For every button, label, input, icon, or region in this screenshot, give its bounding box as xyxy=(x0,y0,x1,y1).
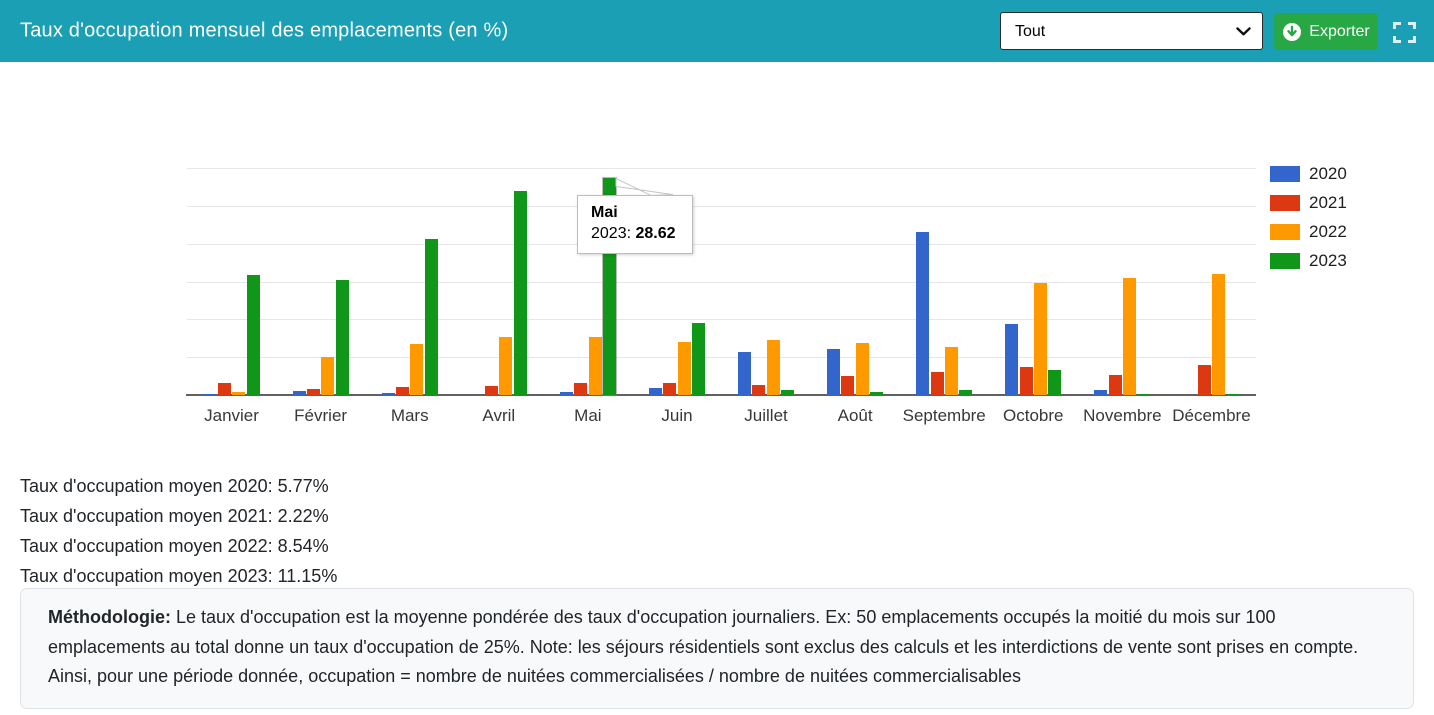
x-axis-label: Juin xyxy=(627,406,727,426)
bar[interactable] xyxy=(1048,370,1061,395)
bar[interactable] xyxy=(293,391,306,395)
stat-line-2023: Taux d'occupation moyen 2023: 11.15% xyxy=(20,561,337,591)
bar[interactable] xyxy=(321,357,334,395)
bar[interactable] xyxy=(663,383,676,395)
bar[interactable] xyxy=(678,342,691,395)
x-axis-label: Novembre xyxy=(1072,406,1172,426)
bar[interactable] xyxy=(1034,283,1047,395)
bar[interactable] xyxy=(692,323,705,395)
methodology-label: Méthodologie: xyxy=(48,607,171,627)
bar[interactable] xyxy=(1198,365,1211,395)
bar[interactable] xyxy=(560,392,573,395)
stat-line-2020: Taux d'occupation moyen 2020: 5.77% xyxy=(20,471,337,501)
tooltip-value-line: 2023: 28.62 xyxy=(591,225,692,243)
stats-block: Taux d'occupation moyen 2020: 5.77% Taux… xyxy=(20,471,337,591)
bar[interactable] xyxy=(738,352,751,395)
bar[interactable] xyxy=(514,191,527,395)
methodology-box: Méthodologie: Le taux d'occupation est l… xyxy=(20,588,1414,709)
x-axis-label: Mai xyxy=(538,406,638,426)
tooltip-category: Mai xyxy=(591,204,692,222)
bar[interactable] xyxy=(247,275,260,395)
x-axis-label: Septembre xyxy=(894,406,994,426)
bar[interactable] xyxy=(1109,375,1122,395)
bar[interactable] xyxy=(1123,278,1136,395)
bar[interactable] xyxy=(752,385,765,395)
bar[interactable] xyxy=(931,372,944,395)
legend-swatch xyxy=(1270,166,1300,182)
x-axis-label: Octobre xyxy=(983,406,1083,426)
x-axis-label: Août xyxy=(805,406,905,426)
bar[interactable] xyxy=(916,232,929,395)
bar[interactable] xyxy=(856,343,869,395)
x-axis-label: Juillet xyxy=(716,406,816,426)
bar[interactable] xyxy=(841,376,854,395)
tooltip-series: 2023: xyxy=(591,225,631,242)
legend-swatch xyxy=(1270,253,1300,269)
bar[interactable] xyxy=(1137,394,1150,395)
bar[interactable] xyxy=(767,340,780,395)
bar[interactable] xyxy=(410,344,423,395)
bar[interactable] xyxy=(499,337,512,395)
bar[interactable] xyxy=(396,387,409,395)
bar[interactable] xyxy=(307,389,320,395)
bar[interactable] xyxy=(781,390,794,395)
gridline xyxy=(187,244,1256,245)
tooltip-value: 28.62 xyxy=(636,225,676,242)
bar[interactable] xyxy=(218,383,231,395)
legend-label: 2020 xyxy=(1309,164,1347,184)
bar[interactable] xyxy=(232,392,245,395)
gridline xyxy=(187,206,1256,207)
bar[interactable] xyxy=(870,392,883,395)
legend-swatch xyxy=(1270,195,1300,211)
bar[interactable] xyxy=(589,337,602,395)
legend-item-2022: 2022 xyxy=(1270,223,1347,240)
bar[interactable] xyxy=(1005,324,1018,395)
legend-swatch xyxy=(1270,224,1300,240)
bar[interactable] xyxy=(203,394,216,395)
bar[interactable] xyxy=(1094,390,1107,395)
gridline xyxy=(187,168,1256,169)
bar[interactable] xyxy=(649,388,662,395)
occupancy-dashboard: Taux d'occupation mensuel des emplacemen… xyxy=(0,0,1434,715)
legend-label: 2022 xyxy=(1309,222,1347,242)
bar[interactable] xyxy=(827,349,840,395)
stat-line-2021: Taux d'occupation moyen 2021: 2.22% xyxy=(20,501,337,531)
x-axis-label: Décembre xyxy=(1161,406,1261,426)
bar[interactable] xyxy=(382,393,395,395)
legend-item-2020: 2020 xyxy=(1270,165,1347,182)
bar[interactable] xyxy=(945,347,958,395)
bar[interactable] xyxy=(485,386,498,395)
x-axis-label: Avril xyxy=(449,406,549,426)
legend-item-2023: 2023 xyxy=(1270,252,1347,269)
bar[interactable] xyxy=(574,383,587,395)
x-axis-label: Janvier xyxy=(182,406,282,426)
legend-label: 2021 xyxy=(1309,193,1347,213)
bar[interactable] xyxy=(1212,274,1225,395)
x-axis-label: Mars xyxy=(360,406,460,426)
legend-item-2021: 2021 xyxy=(1270,194,1347,211)
stat-line-2022: Taux d'occupation moyen 2022: 8.54% xyxy=(20,531,337,561)
methodology-text: Le taux d'occupation est la moyenne pond… xyxy=(48,607,1358,686)
bar[interactable] xyxy=(336,280,349,395)
chart-tooltip: Mai 2023: 28.62 xyxy=(577,195,693,254)
x-axis-label: Février xyxy=(271,406,371,426)
bar[interactable] xyxy=(1227,394,1240,395)
bar[interactable] xyxy=(1020,367,1033,395)
legend-label: 2023 xyxy=(1309,251,1347,271)
bar[interactable] xyxy=(959,390,972,395)
bar[interactable] xyxy=(425,239,438,395)
